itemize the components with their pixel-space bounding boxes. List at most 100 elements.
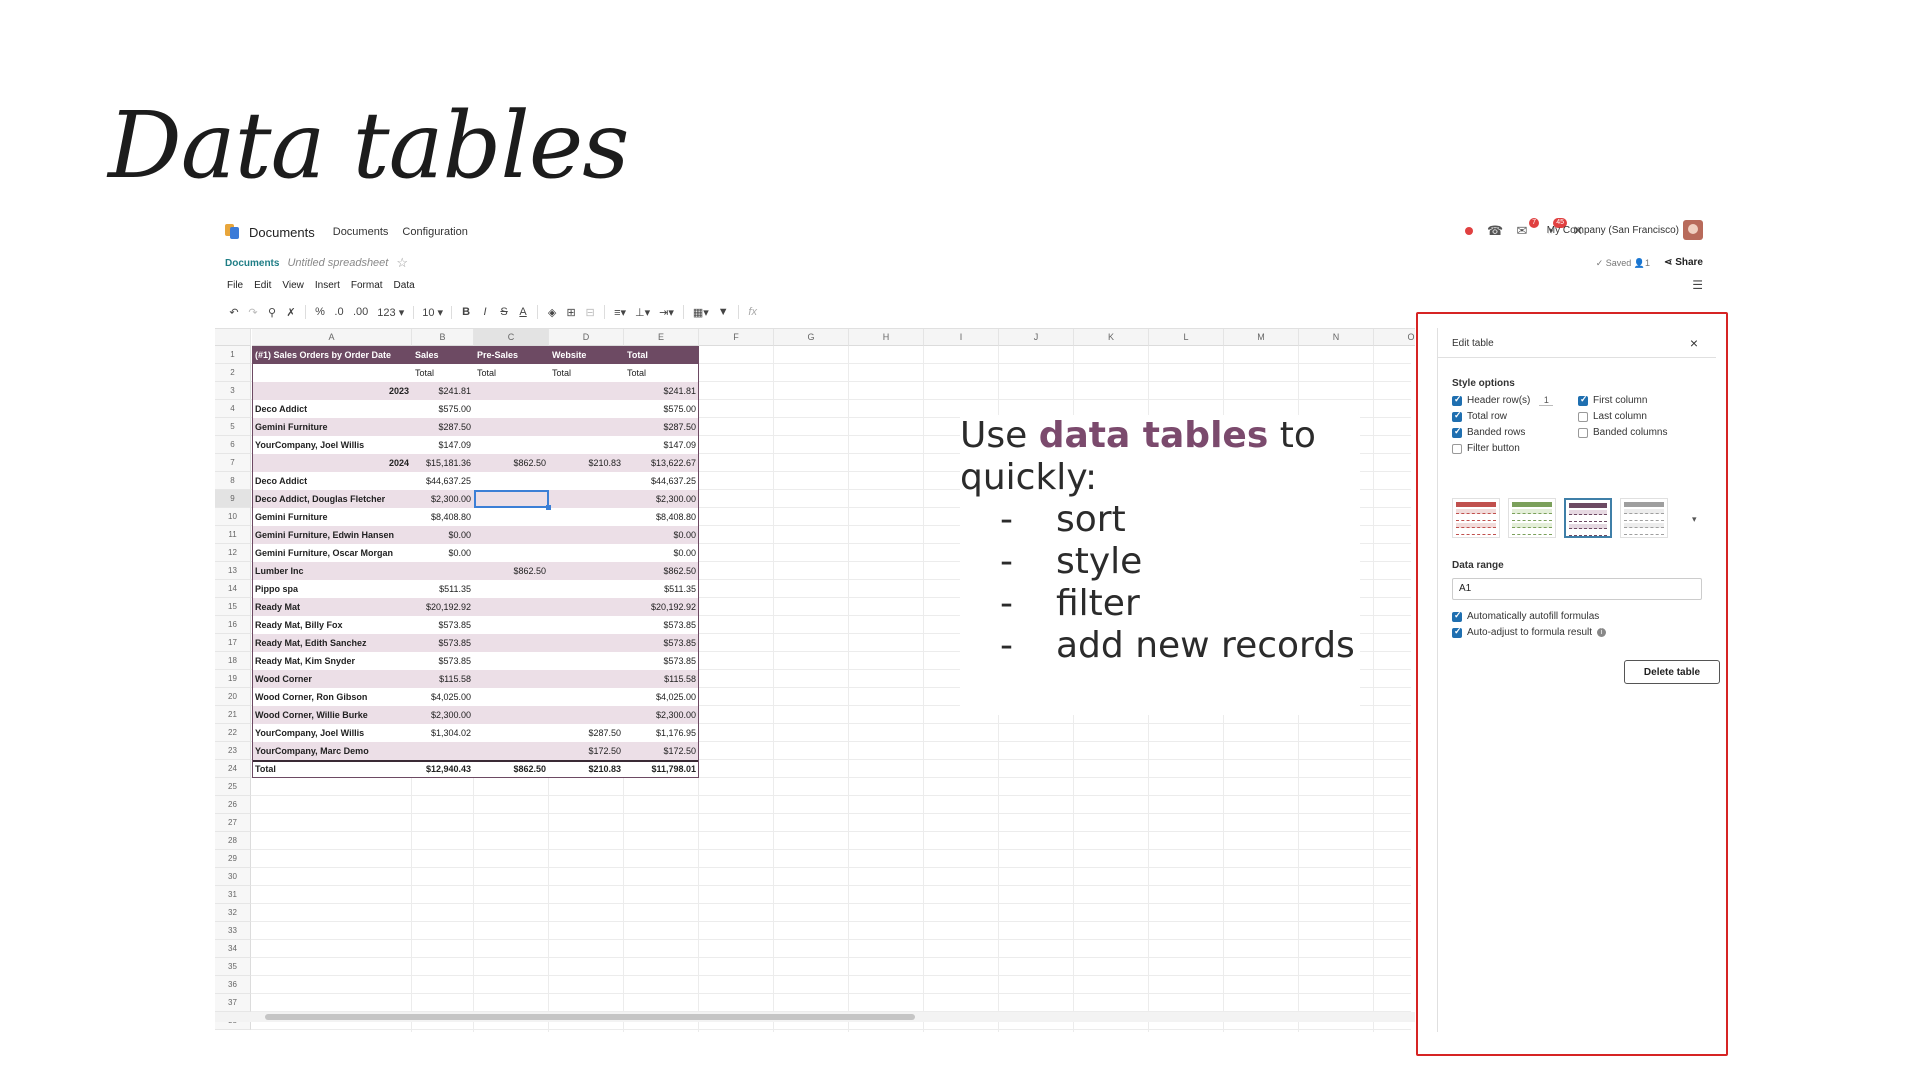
column-header[interactable]: I — [924, 329, 999, 346]
column-header[interactable]: N — [1299, 329, 1374, 346]
row-header[interactable]: 37 — [215, 994, 251, 1012]
row-header[interactable]: 23 — [215, 742, 251, 760]
documents-app-icon[interactable] — [225, 224, 241, 240]
menu-view[interactable]: View — [282, 280, 304, 291]
row-header[interactable]: 34 — [215, 940, 251, 958]
number-format-dropdown[interactable]: 123 ▾ — [377, 306, 404, 319]
text-color-button[interactable]: A — [518, 306, 528, 318]
column-header[interactable]: D — [549, 329, 624, 346]
app-name[interactable]: Documents — [249, 225, 315, 240]
row-header[interactable]: 11 — [215, 526, 251, 544]
row-header[interactable]: 12 — [215, 544, 251, 562]
column-header[interactable]: A — [252, 329, 412, 346]
row-header[interactable]: 6 — [215, 436, 251, 454]
clear-format-icon[interactable]: ✗ — [286, 306, 296, 319]
bold-button[interactable]: B — [461, 306, 471, 318]
bullet-text: filter — [1056, 583, 1140, 624]
row-header[interactable]: 28 — [215, 832, 251, 850]
row-header[interactable]: 16 — [215, 616, 251, 634]
fill-color-icon[interactable]: ◈ — [547, 306, 557, 319]
decrease-decimal-button[interactable]: .0 — [334, 306, 344, 318]
column-header[interactable]: K — [1074, 329, 1149, 346]
column-header[interactable]: H — [849, 329, 924, 346]
row-header[interactable]: 7 — [215, 454, 251, 472]
strikethrough-button[interactable]: S — [499, 306, 509, 318]
row-header[interactable]: 33 — [215, 922, 251, 940]
horizontal-align-icon[interactable]: ≡▾ — [614, 306, 626, 319]
grid-line — [251, 939, 1411, 940]
column-header[interactable]: M — [1224, 329, 1299, 346]
share-button[interactable]: ⋖ Share — [1664, 257, 1703, 268]
recording-indicator[interactable] — [1465, 227, 1473, 235]
phone-icon[interactable]: ☎ — [1487, 224, 1503, 238]
format-percent-button[interactable]: % — [315, 306, 325, 318]
menu-data[interactable]: Data — [394, 280, 415, 291]
row-header[interactable]: 21 — [215, 706, 251, 724]
row-header[interactable]: 8 — [215, 472, 251, 490]
company-switcher[interactable]: My Company (San Francisco) — [1547, 225, 1679, 236]
breadcrumb-documents[interactable]: Documents — [225, 258, 279, 269]
row-header[interactable]: 36 — [215, 976, 251, 994]
menu-insert[interactable]: Insert — [315, 280, 340, 291]
column-header[interactable]: F — [699, 329, 774, 346]
chat-icon[interactable]: ✉ 7 — [1515, 218, 1539, 238]
column-header[interactable]: J — [999, 329, 1074, 346]
row-header[interactable]: 5 — [215, 418, 251, 436]
nav-menu-configuration[interactable]: Configuration — [402, 226, 467, 238]
vertical-align-icon[interactable]: ⊥▾ — [635, 306, 650, 319]
column-header[interactable]: L — [1149, 329, 1224, 346]
favorite-star-icon[interactable]: ☆ — [396, 255, 408, 271]
font-size-dropdown[interactable]: 10 ▾ — [413, 305, 453, 319]
paint-format-icon[interactable]: ⚲ — [267, 306, 277, 319]
user-avatar[interactable] — [1683, 220, 1703, 240]
row-header[interactable]: 17 — [215, 634, 251, 652]
row-header[interactable]: 24 — [215, 760, 251, 778]
spreadsheet-name[interactable]: Untitled spreadsheet — [287, 257, 388, 269]
side-panel-toggle-icon[interactable]: ☰ — [1692, 278, 1703, 292]
row-header[interactable]: 15 — [215, 598, 251, 616]
row-header[interactable]: 13 — [215, 562, 251, 580]
undo-icon[interactable]: ↶ — [229, 306, 239, 319]
row-header[interactable]: 29 — [215, 850, 251, 868]
row-header[interactable]: 22 — [215, 724, 251, 742]
row-header[interactable]: 2 — [215, 364, 251, 382]
row-header[interactable]: 25 — [215, 778, 251, 796]
row-header[interactable]: 1 — [215, 346, 251, 364]
column-header[interactable]: O — [1374, 329, 1415, 346]
row-header[interactable]: 32 — [215, 904, 251, 922]
row-header[interactable]: 30 — [215, 868, 251, 886]
row-header[interactable]: 10 — [215, 508, 251, 526]
menu-format[interactable]: Format — [351, 280, 383, 291]
table-icon[interactable]: ▦▾ — [693, 306, 709, 319]
row-header[interactable]: 35 — [215, 958, 251, 976]
menu-edit[interactable]: Edit — [254, 280, 271, 291]
formula-icon[interactable]: fx — [748, 306, 758, 318]
row-header[interactable]: 31 — [215, 886, 251, 904]
filter-icon[interactable]: ▼ — [718, 306, 729, 318]
row-header[interactable]: 14 — [215, 580, 251, 598]
borders-icon[interactable]: ⊞ — [566, 306, 576, 319]
selected-cell[interactable] — [474, 490, 551, 510]
menu-file[interactable]: File — [227, 280, 243, 291]
wrapping-icon[interactable]: ⇥▾ — [659, 306, 674, 319]
column-header[interactable]: G — [774, 329, 849, 346]
column-header[interactable]: E — [624, 329, 699, 346]
row-header[interactable]: 4 — [215, 400, 251, 418]
column-header[interactable]: B — [412, 329, 474, 346]
row-header[interactable]: 26 — [215, 796, 251, 814]
row-header[interactable]: 20 — [215, 688, 251, 706]
row-header[interactable]: 27 — [215, 814, 251, 832]
column-header[interactable]: C — [474, 329, 549, 346]
redo-icon[interactable]: ↷ — [248, 306, 258, 319]
horizontal-scrollbar[interactable] — [215, 1012, 1415, 1022]
increase-decimal-button[interactable]: .00 — [353, 306, 368, 318]
row-header[interactable]: 9 — [215, 490, 251, 508]
nav-menu-documents[interactable]: Documents — [333, 226, 389, 238]
merge-cells-icon[interactable]: ⊟ — [585, 306, 595, 319]
horizontal-scroll-thumb[interactable] — [265, 1014, 915, 1020]
row-header[interactable]: 19 — [215, 670, 251, 688]
grid-corner[interactable] — [215, 329, 251, 346]
italic-button[interactable]: I — [480, 306, 490, 318]
row-header[interactable]: 3 — [215, 382, 251, 400]
row-header[interactable]: 18 — [215, 652, 251, 670]
